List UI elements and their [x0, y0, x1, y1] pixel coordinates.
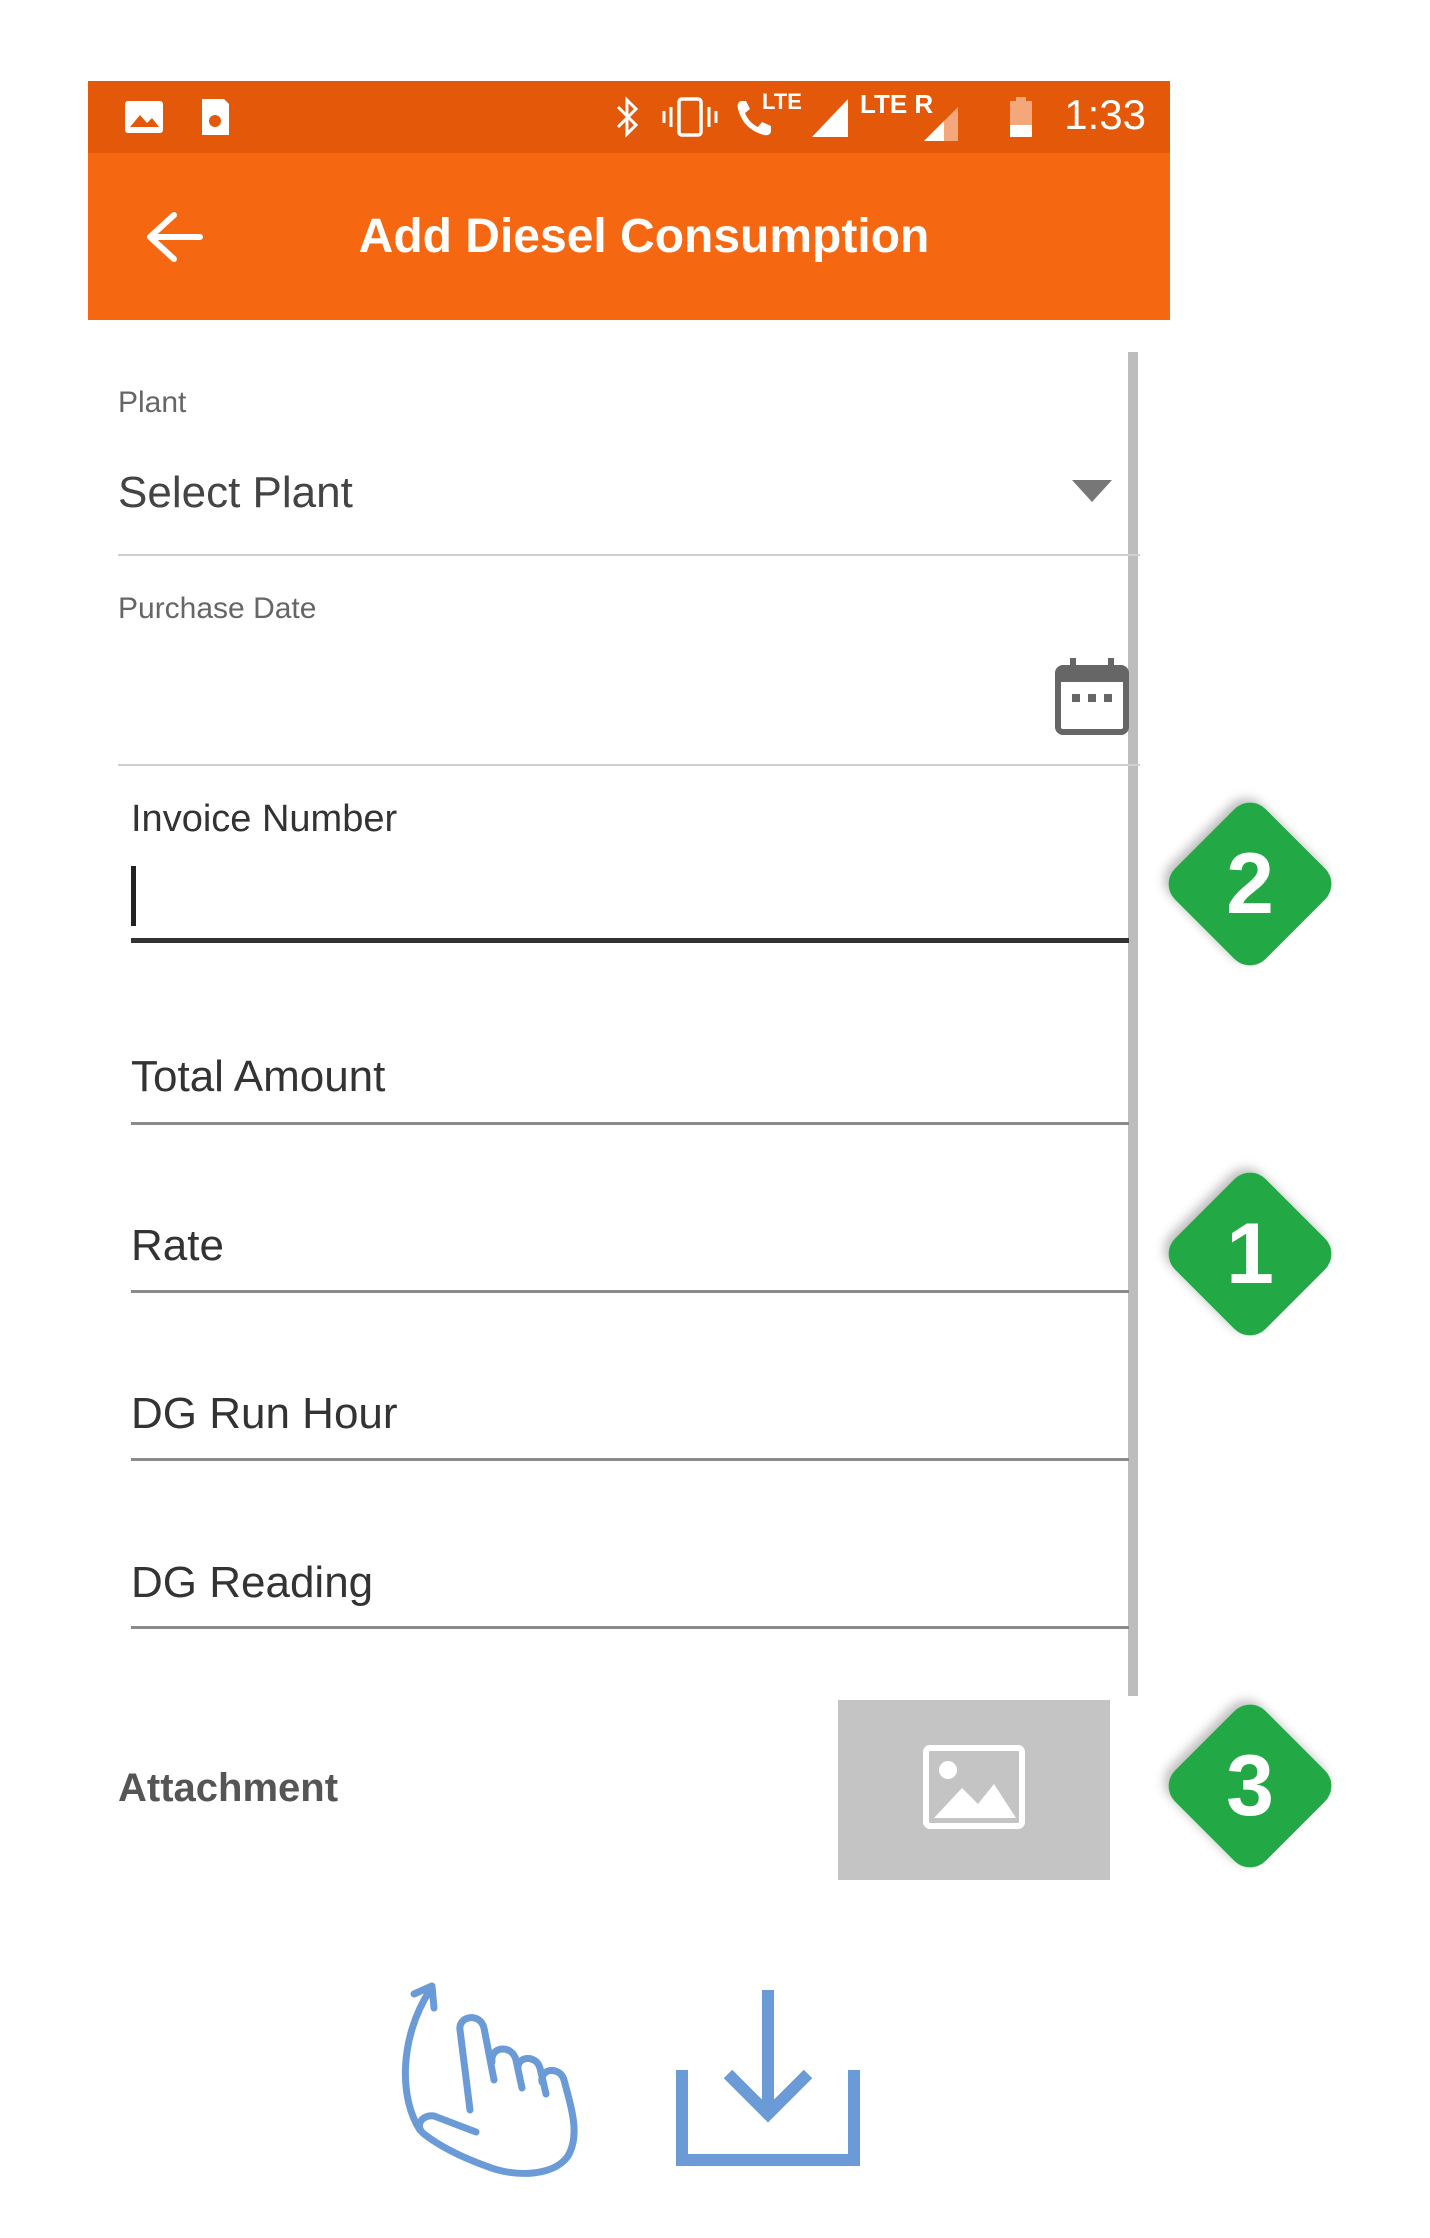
image-placeholder-icon: [923, 1745, 1025, 1829]
battery-icon: [1010, 97, 1032, 137]
attachment-label: Attachment: [118, 1766, 339, 1810]
plant-select-value[interactable]: Select Plant: [118, 468, 353, 518]
step-badge-1: 1: [1150, 1154, 1350, 1354]
dg-run-hour-input[interactable]: DG Run Hour: [131, 1389, 398, 1439]
rate-underline: [131, 1290, 1129, 1293]
page-title: Add Diesel Consumption: [358, 210, 930, 263]
chevron-down-icon[interactable]: [1072, 480, 1112, 504]
calendar-icon[interactable]: [1054, 656, 1130, 736]
attachment-picker[interactable]: [838, 1700, 1110, 1880]
arrow-left-icon[interactable]: [144, 211, 204, 263]
status-bar: LTE LTE R 1:33: [88, 81, 1170, 153]
purchase-date-underline: [118, 764, 1140, 766]
step-badge-2: 2: [1150, 784, 1350, 984]
dg-reading-underline: [131, 1626, 1129, 1629]
invoice-number-label: Invoice Number: [131, 798, 398, 840]
tap-gesture-icon: [401, 1982, 578, 2177]
signal-icon: [812, 99, 848, 137]
dg-reading-input[interactable]: DG Reading: [131, 1558, 373, 1608]
lte-roaming-icon: LTE R: [860, 89, 970, 145]
vibrate-icon: [662, 97, 718, 137]
app-bar: Add Diesel Consumption: [88, 153, 1170, 320]
plant-label: Plant: [118, 386, 187, 419]
sim-icon: [202, 99, 229, 135]
plant-underline: [118, 554, 1140, 556]
rate-input[interactable]: Rate: [131, 1221, 224, 1271]
status-time: 1:33: [1064, 91, 1146, 138]
volte-call-icon: LTE: [734, 89, 804, 143]
badge-number: 2: [1226, 836, 1274, 932]
badge-number: 1: [1226, 1206, 1274, 1302]
dg-run-hour-underline: [131, 1458, 1129, 1461]
download-icon: [676, 1990, 860, 2166]
lte-label: LTE: [762, 89, 802, 114]
plant-field[interactable]: Plant: [118, 386, 186, 420]
purchase-date-label: Purchase Date: [118, 592, 317, 625]
bluetooth-icon: [616, 96, 639, 138]
invoice-number-underline: [131, 938, 1129, 943]
total-amount-input[interactable]: Total Amount: [131, 1052, 385, 1102]
badge-number: 3: [1226, 1738, 1274, 1834]
text-cursor: [131, 866, 136, 926]
step-badge-3: 3: [1150, 1686, 1350, 1886]
image-icon: [125, 101, 163, 133]
total-amount-underline: [131, 1122, 1129, 1125]
